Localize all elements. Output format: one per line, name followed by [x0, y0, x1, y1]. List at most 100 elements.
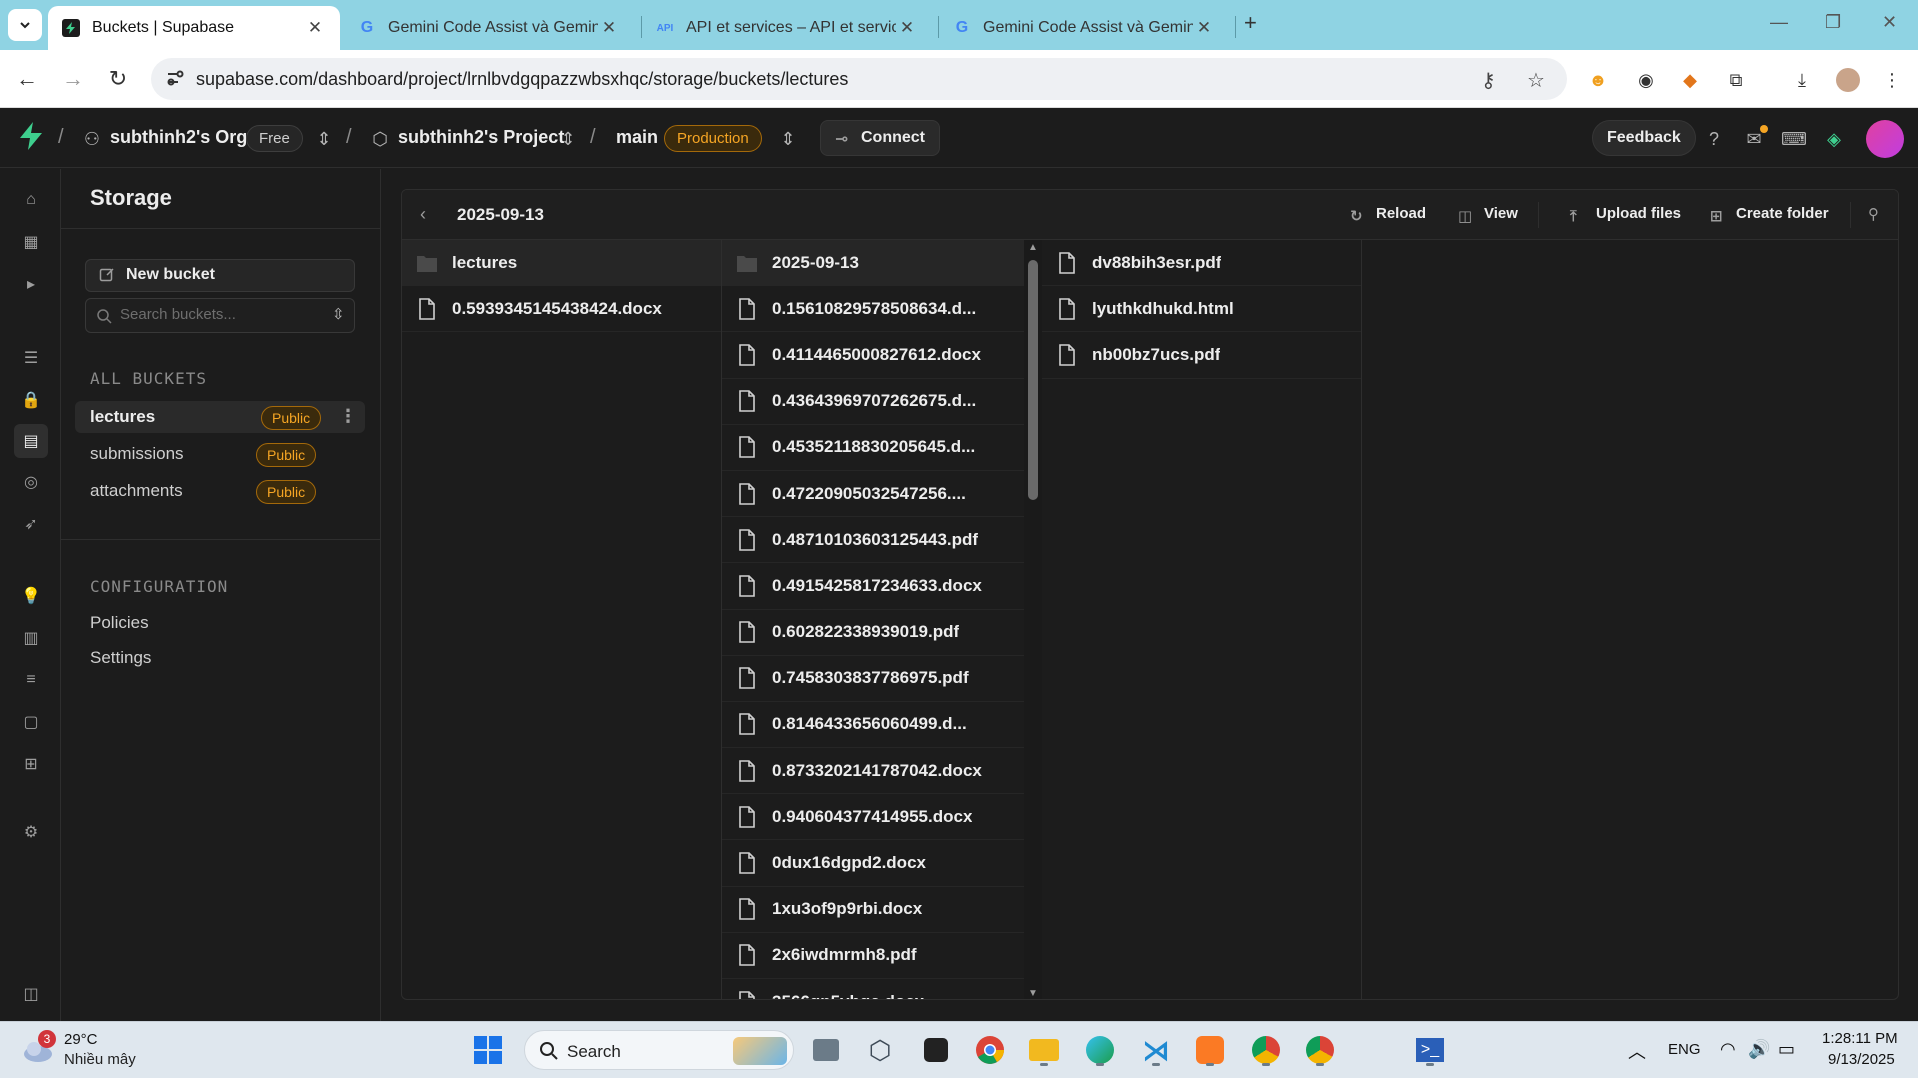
bucket-search[interactable]: ⇳	[85, 298, 355, 333]
tab-api-services[interactable]: API API et services – API et services ✕	[642, 6, 932, 50]
file-row[interactable]: 0.15610829578508634.d...	[722, 286, 1024, 333]
back-arrow-icon[interactable]: ←	[14, 66, 40, 92]
taskbar-search[interactable]: Search	[524, 1030, 794, 1070]
file-explorer-icon[interactable]	[1026, 1032, 1062, 1068]
edge-icon[interactable]	[1082, 1032, 1118, 1068]
sql-editor-icon[interactable]: ▸	[14, 267, 48, 301]
file-row[interactable]: 0.48710103603125443.pdf	[722, 517, 1024, 564]
file-row[interactable]: 0.7458303837786975.pdf	[722, 656, 1024, 702]
file-row[interactable]: lyuthkdhukd.html	[1042, 286, 1361, 333]
connect-button[interactable]: ⊸ Connect	[820, 120, 940, 156]
authentication-icon[interactable]: 🔒	[14, 383, 48, 417]
task-view-icon[interactable]	[808, 1032, 844, 1068]
file-row[interactable]: 0.4114465000827612.docx	[722, 332, 1024, 379]
input-language[interactable]: ENG	[1668, 1041, 1701, 1058]
logs-icon[interactable]: ≡	[14, 663, 48, 697]
create-folder-button[interactable]: ⊞ Create folder	[1710, 205, 1829, 225]
file-row[interactable]: 0dux16dgpd2.docx	[722, 840, 1024, 887]
app-dark-cube-icon[interactable]	[918, 1032, 954, 1068]
clock-time[interactable]: 1:28:11 PM	[1822, 1030, 1898, 1047]
file-row[interactable]: 0.602822338939019.pdf	[722, 610, 1024, 656]
reload-button[interactable]: ↻ Reload	[1350, 205, 1426, 225]
settings-gear-icon[interactable]: ⚙	[14, 815, 48, 849]
project-switcher-chevron-icon[interactable]: ⇕	[556, 127, 580, 151]
sort-chevrons-icon[interactable]: ⇳	[332, 305, 345, 323]
battery-icon[interactable]: ▭	[1778, 1039, 1795, 1060]
site-info-icon[interactable]	[165, 68, 185, 88]
table-editor-icon[interactable]: ▦	[14, 225, 48, 259]
show-hidden-icons-chevron-icon[interactable]: ︿	[1628, 1038, 1646, 1064]
profile-avatar-icon[interactable]	[1836, 68, 1860, 92]
app-hexagon-icon[interactable]: ⬡	[862, 1032, 898, 1068]
chrome-profile-1-icon[interactable]	[1248, 1032, 1284, 1068]
file-row[interactable]: 0.940604377414955.docx	[722, 794, 1024, 841]
bucket-menu-icon[interactable]: ⋮	[339, 406, 357, 427]
xampp-icon[interactable]	[1192, 1032, 1228, 1068]
chevron-left-icon[interactable]: ‹	[420, 204, 426, 225]
close-tab-icon[interactable]: ✕	[598, 18, 620, 38]
close-window-icon[interactable]: ✕	[1882, 12, 1897, 33]
extensions-puzzle-icon[interactable]: ⧉	[1724, 68, 1748, 92]
view-button[interactable]: ◫ View	[1458, 205, 1518, 225]
home-icon[interactable]: ⌂	[14, 183, 48, 217]
forward-arrow-icon[interactable]: →	[60, 66, 86, 92]
storage-icon[interactable]: ▤	[14, 424, 48, 458]
folder-row[interactable]: lectures	[402, 240, 721, 287]
file-row[interactable]: 0.8733202141787042.docx	[722, 748, 1024, 795]
folder-row[interactable]: 2025-09-13	[722, 240, 1024, 287]
new-bucket-button[interactable]: New bucket	[85, 259, 355, 292]
column-scrollbar[interactable]: ▲ ▼	[1024, 240, 1042, 999]
policies-link[interactable]: Policies	[90, 613, 149, 633]
extension-circle-icon[interactable]: ◉	[1634, 68, 1658, 92]
search-input[interactable]	[120, 306, 320, 323]
tab-gemini-2[interactable]: G Gemini Code Assist và Gemini C ✕	[939, 6, 1229, 50]
bucket-item-attachments[interactable]: attachments Public	[75, 475, 365, 507]
chrome-icon[interactable]	[972, 1032, 1008, 1068]
bookmark-star-icon[interactable]: ☆	[1527, 68, 1545, 93]
bucket-item-lectures[interactable]: lectures Public ⋮	[75, 401, 365, 433]
metamask-icon[interactable]: ◆	[1678, 68, 1702, 92]
close-tab-icon[interactable]: ✕	[896, 18, 918, 38]
settings-link[interactable]: Settings	[90, 648, 151, 668]
chrome-profile-2-icon[interactable]	[1302, 1032, 1338, 1068]
file-row[interactable]: 1xu3of9p9rbi.docx	[722, 887, 1024, 933]
powershell-icon[interactable]: >_	[1412, 1032, 1448, 1068]
realtime-icon[interactable]: ➶	[14, 507, 48, 541]
reload-icon[interactable]: ↻	[105, 66, 131, 92]
scroll-up-icon[interactable]: ▲	[1028, 242, 1038, 253]
password-key-icon[interactable]: ⚷	[1481, 68, 1496, 93]
search-files-icon[interactable]: ⚲	[1868, 205, 1879, 223]
user-avatar[interactable]	[1866, 120, 1904, 158]
file-row[interactable]: nb00bz7ucs.pdf	[1042, 332, 1361, 379]
tab-search-button[interactable]	[8, 9, 42, 41]
windows-start-icon[interactable]	[470, 1032, 506, 1068]
scroll-thumb[interactable]	[1028, 260, 1038, 500]
download-icon[interactable]: ⤓	[1790, 68, 1814, 92]
file-row[interactable]: dv88bih3esr.pdf	[1042, 240, 1361, 287]
address-bar[interactable]: supabase.com/dashboard/project/lrnlbvdgq…	[151, 58, 1567, 100]
branch-name[interactable]: main	[616, 127, 658, 148]
integrations-icon[interactable]: ⊞	[14, 747, 48, 781]
help-icon[interactable]: ?	[1702, 127, 1726, 151]
api-docs-icon[interactable]: ▢	[14, 705, 48, 739]
terminal-icon[interactable]: ⌨	[1781, 127, 1807, 151]
close-tab-icon[interactable]: ✕	[304, 18, 326, 38]
branch-switcher-chevron-icon[interactable]: ⇕	[776, 127, 800, 151]
bucket-item-submissions[interactable]: submissions Public	[75, 438, 365, 470]
close-tab-icon[interactable]: ✕	[1193, 18, 1215, 38]
weather-cloud-icon[interactable]: 3	[22, 1030, 56, 1064]
edge-functions-icon[interactable]: ◎	[14, 465, 48, 499]
url-text[interactable]: supabase.com/dashboard/project/lrnlbvdgq…	[196, 69, 848, 90]
tab-buckets-supabase[interactable]: Buckets | Supabase ✕	[48, 6, 340, 50]
vscode-icon[interactable]: ⋊	[1138, 1032, 1174, 1068]
supabase-logo-icon[interactable]	[18, 122, 44, 150]
restore-icon[interactable]: ❐	[1825, 12, 1841, 33]
wifi-icon[interactable]: ◠	[1720, 1039, 1736, 1060]
volume-icon[interactable]: 🔊	[1748, 1039, 1770, 1060]
new-tab-button[interactable]: +	[1244, 10, 1257, 36]
project-name[interactable]: subthinh2's Project	[398, 127, 564, 148]
feedback-button[interactable]: Feedback	[1592, 120, 1696, 156]
clock-date[interactable]: 9/13/2025	[1828, 1051, 1895, 1068]
more-menu-icon[interactable]: ⋮	[1880, 68, 1904, 92]
advisor-diamond-icon[interactable]: ◈	[1822, 127, 1846, 151]
